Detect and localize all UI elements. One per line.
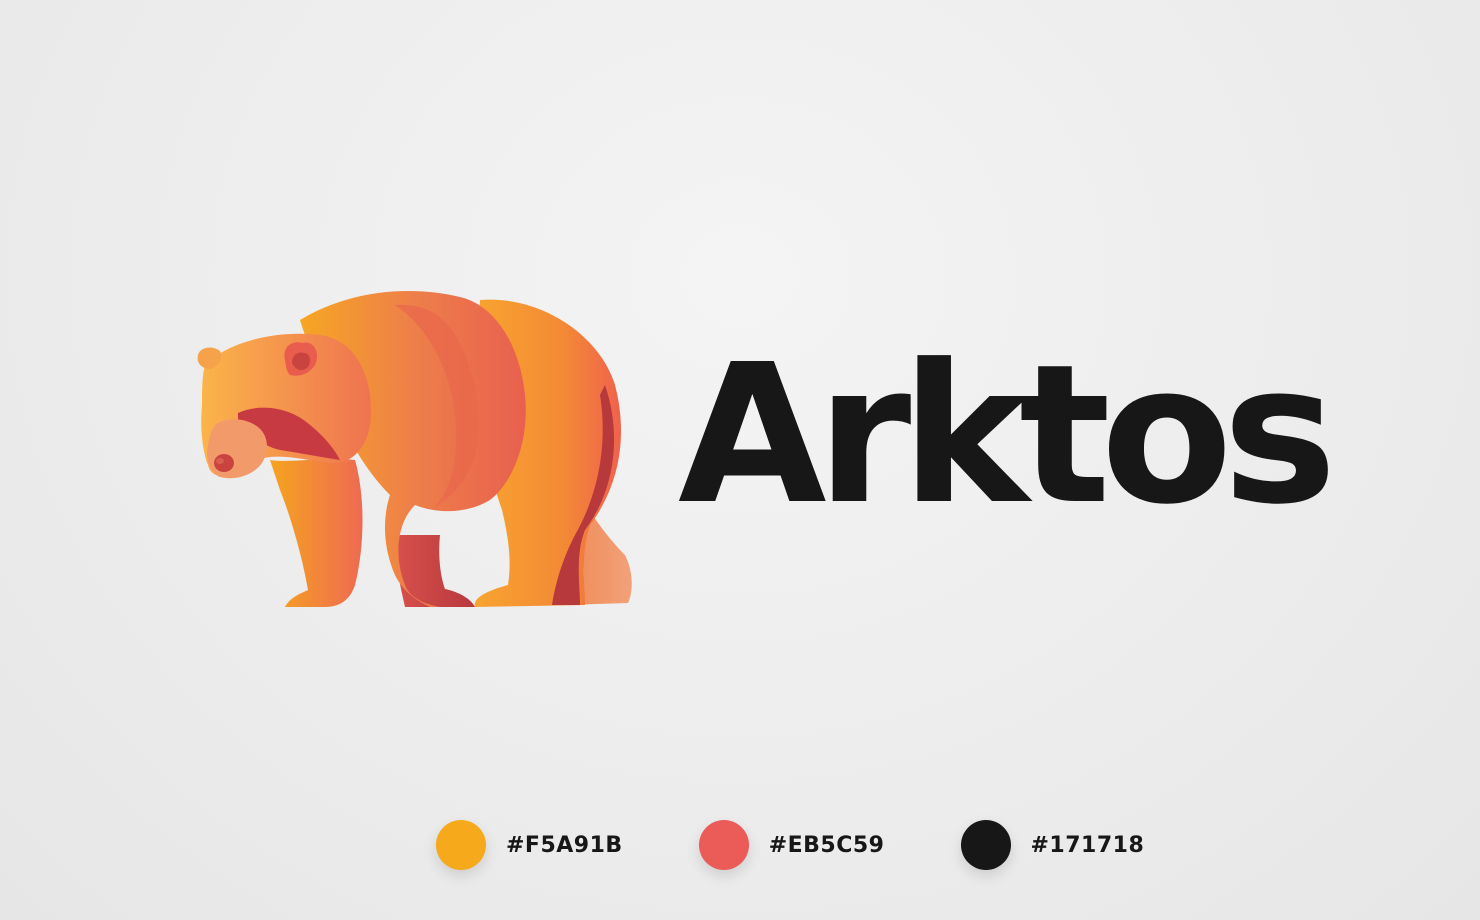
color-dot — [960, 820, 1011, 870]
color-swatch: #171718 — [960, 820, 1145, 870]
color-hex-label: #EB5C59 — [768, 832, 885, 858]
color-hex-label: #171718 — [1030, 832, 1145, 858]
color-dot — [698, 820, 749, 870]
color-dot — [436, 820, 486, 870]
color-palette: #F5A91B #EB5C59 #171718 — [436, 820, 1144, 870]
bear-icon — [197, 290, 632, 607]
logo-lockup: Arktos — [190, 285, 1337, 615]
color-hex-label: #F5A91B — [506, 832, 623, 858]
color-swatch: #F5A91B — [436, 820, 623, 870]
color-swatch: #EB5C59 — [698, 820, 885, 870]
brand-wordmark: Arktos — [678, 324, 1337, 547]
